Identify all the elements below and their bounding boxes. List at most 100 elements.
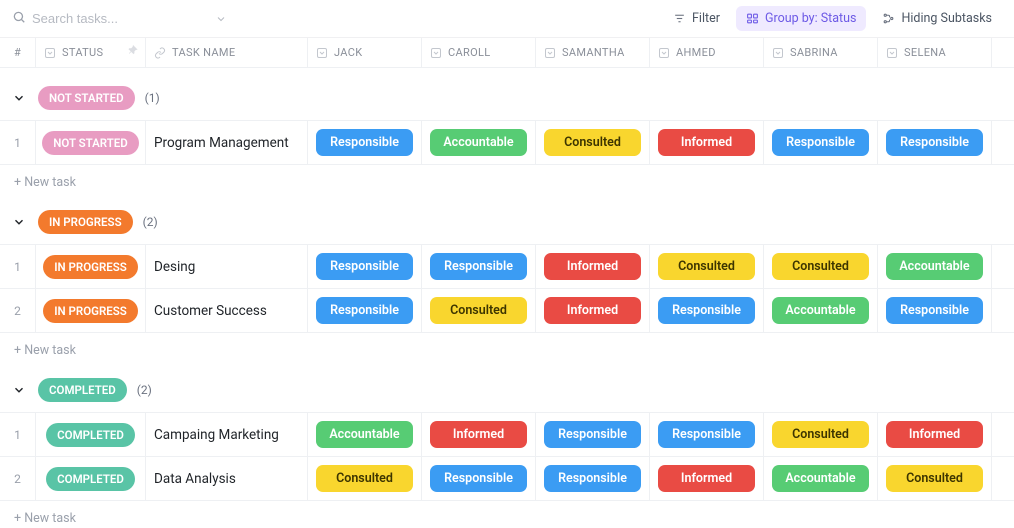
search-icon: [12, 9, 26, 28]
header-task-name[interactable]: TASK NAME: [146, 38, 308, 67]
raci-cell[interactable]: Accountable: [764, 457, 878, 500]
group-status-pill[interactable]: NOT STARTED: [38, 86, 135, 110]
raci-pill: Informed: [544, 253, 641, 280]
row-task-name[interactable]: Data Analysis: [146, 457, 308, 500]
raci-pill: Accountable: [772, 297, 869, 324]
header-person-label: CAROLL: [448, 46, 491, 59]
search-chevron-icon[interactable]: [212, 13, 230, 25]
raci-cell[interactable]: Informed: [650, 121, 764, 164]
raci-cell[interactable]: Responsible: [878, 121, 992, 164]
raci-cell[interactable]: Responsible: [650, 413, 764, 456]
raci-pill: Consulted: [886, 465, 983, 492]
row-task-name[interactable]: Program Management: [146, 121, 308, 164]
raci-cell[interactable]: Responsible: [650, 289, 764, 332]
header-person-ahmed[interactable]: AHMED: [650, 38, 764, 67]
raci-cell[interactable]: Informed: [878, 413, 992, 456]
group-status-pill[interactable]: COMPLETED: [38, 378, 127, 402]
raci-cell[interactable]: Responsible: [878, 289, 992, 332]
raci-cell[interactable]: Responsible: [308, 289, 422, 332]
header-status[interactable]: STATUS: [36, 38, 146, 67]
header-person-jack[interactable]: JACK: [308, 38, 422, 67]
raci-cell[interactable]: Responsible: [422, 457, 536, 500]
raci-cell[interactable]: Responsible: [422, 245, 536, 288]
group-header: IN PROGRESS (2): [0, 210, 1014, 244]
raci-cell[interactable]: Consulted: [308, 457, 422, 500]
header-person-label: SAMANTHA: [562, 46, 625, 59]
raci-cell[interactable]: Consulted: [536, 121, 650, 164]
raci-pill: Responsible: [772, 129, 869, 156]
header-person-caroll[interactable]: CAROLL: [422, 38, 536, 67]
raci-cell[interactable]: Accountable: [878, 245, 992, 288]
group-count: (2): [143, 215, 158, 229]
table-header: # STATUS TASK NAME JACK CAROLL SAMANTHA AHM…: [0, 38, 1014, 68]
raci-cell[interactable]: Informed: [536, 289, 650, 332]
collapse-chevron-icon[interactable]: [12, 91, 28, 105]
table-row[interactable]: 1NOT STARTEDProgram ManagementResponsibl…: [0, 120, 1014, 165]
raci-pill: Responsible: [886, 297, 983, 324]
row-task-name[interactable]: Campaing Marketing: [146, 413, 308, 456]
search-input[interactable]: [32, 11, 192, 26]
row-task-name[interactable]: Customer Success: [146, 289, 308, 332]
collapse-chevron-icon[interactable]: [12, 215, 28, 229]
raci-cell[interactable]: Consulted: [764, 245, 878, 288]
raci-cell[interactable]: Informed: [422, 413, 536, 456]
collapse-chevron-icon[interactable]: [12, 383, 28, 397]
raci-cell[interactable]: Responsible: [536, 413, 650, 456]
header-status-label: STATUS: [62, 46, 103, 59]
raci-pill: Consulted: [544, 129, 641, 156]
raci-cell[interactable]: Informed: [650, 457, 764, 500]
dropdown-icon: [886, 47, 898, 59]
header-idx-label: #: [14, 46, 21, 59]
raci-pill: Accountable: [316, 421, 413, 448]
row-index: 1: [0, 413, 36, 456]
table-row[interactable]: 1IN PROGRESSDesingResponsibleResponsible…: [0, 244, 1014, 289]
header-person-samantha[interactable]: SAMANTHA: [536, 38, 650, 67]
raci-pill: Responsible: [316, 297, 413, 324]
row-status-pill: NOT STARTED: [42, 131, 139, 155]
header-person-sabrina[interactable]: SABRINA: [764, 38, 878, 67]
hiding-subtasks-button[interactable]: Hiding Subtasks: [872, 6, 1002, 31]
group-header: COMPLETED (2): [0, 378, 1014, 412]
table-row[interactable]: 1COMPLETEDCampaing Marketing Accountable I…: [0, 412, 1014, 457]
table-row[interactable]: 2IN PROGRESSCustomer SuccessResponsibleC…: [0, 289, 1014, 333]
group-status-pill[interactable]: IN PROGRESS: [38, 210, 133, 234]
group-count: (2): [137, 383, 152, 397]
dropdown-icon: [544, 47, 556, 59]
row-task-name[interactable]: Desing: [146, 245, 308, 288]
table-row[interactable]: 2COMPLETEDData AnalysisConsultedResponsi…: [0, 457, 1014, 501]
raci-cell[interactable]: Accountable: [308, 413, 422, 456]
row-status-cell[interactable]: IN PROGRESS: [36, 289, 146, 332]
raci-pill: Responsible: [658, 421, 755, 448]
dropdown-icon: [430, 47, 442, 59]
row-status-cell[interactable]: IN PROGRESS: [36, 245, 146, 288]
row-index: 1: [0, 245, 36, 288]
raci-cell[interactable]: Informed: [536, 245, 650, 288]
raci-cell[interactable]: Consulted: [764, 413, 878, 456]
raci-pill: Informed: [658, 465, 755, 492]
raci-cell[interactable]: Responsible: [764, 121, 878, 164]
row-status-cell[interactable]: NOT STARTED: [36, 121, 146, 164]
raci-pill: Responsible: [316, 129, 413, 156]
raci-cell[interactable]: Accountable: [422, 121, 536, 164]
link-icon: [154, 47, 166, 59]
filter-button[interactable]: Filter: [663, 6, 730, 31]
dropdown-icon: [772, 47, 784, 59]
raci-cell[interactable]: Consulted: [422, 289, 536, 332]
raci-pill: Responsible: [430, 465, 527, 492]
row-status-cell[interactable]: COMPLETED: [36, 413, 146, 456]
raci-cell[interactable]: Responsible: [308, 245, 422, 288]
raci-cell[interactable]: Responsible: [308, 121, 422, 164]
raci-cell[interactable]: Responsible: [536, 457, 650, 500]
header-person-selena[interactable]: SELENA: [878, 38, 992, 67]
header-person-label: SABRINA: [790, 46, 838, 59]
pin-icon: [128, 45, 139, 59]
raci-pill: Consulted: [772, 253, 869, 280]
groupby-button[interactable]: Group by: Status: [736, 6, 867, 31]
raci-cell[interactable]: Consulted: [650, 245, 764, 288]
new-task-button[interactable]: + New task: [0, 333, 1014, 360]
raci-cell[interactable]: Accountable: [764, 289, 878, 332]
new-task-button[interactable]: + New task: [0, 501, 1014, 528]
row-status-cell[interactable]: COMPLETED: [36, 457, 146, 500]
raci-cell[interactable]: Consulted: [878, 457, 992, 500]
new-task-button[interactable]: + New task: [0, 165, 1014, 192]
